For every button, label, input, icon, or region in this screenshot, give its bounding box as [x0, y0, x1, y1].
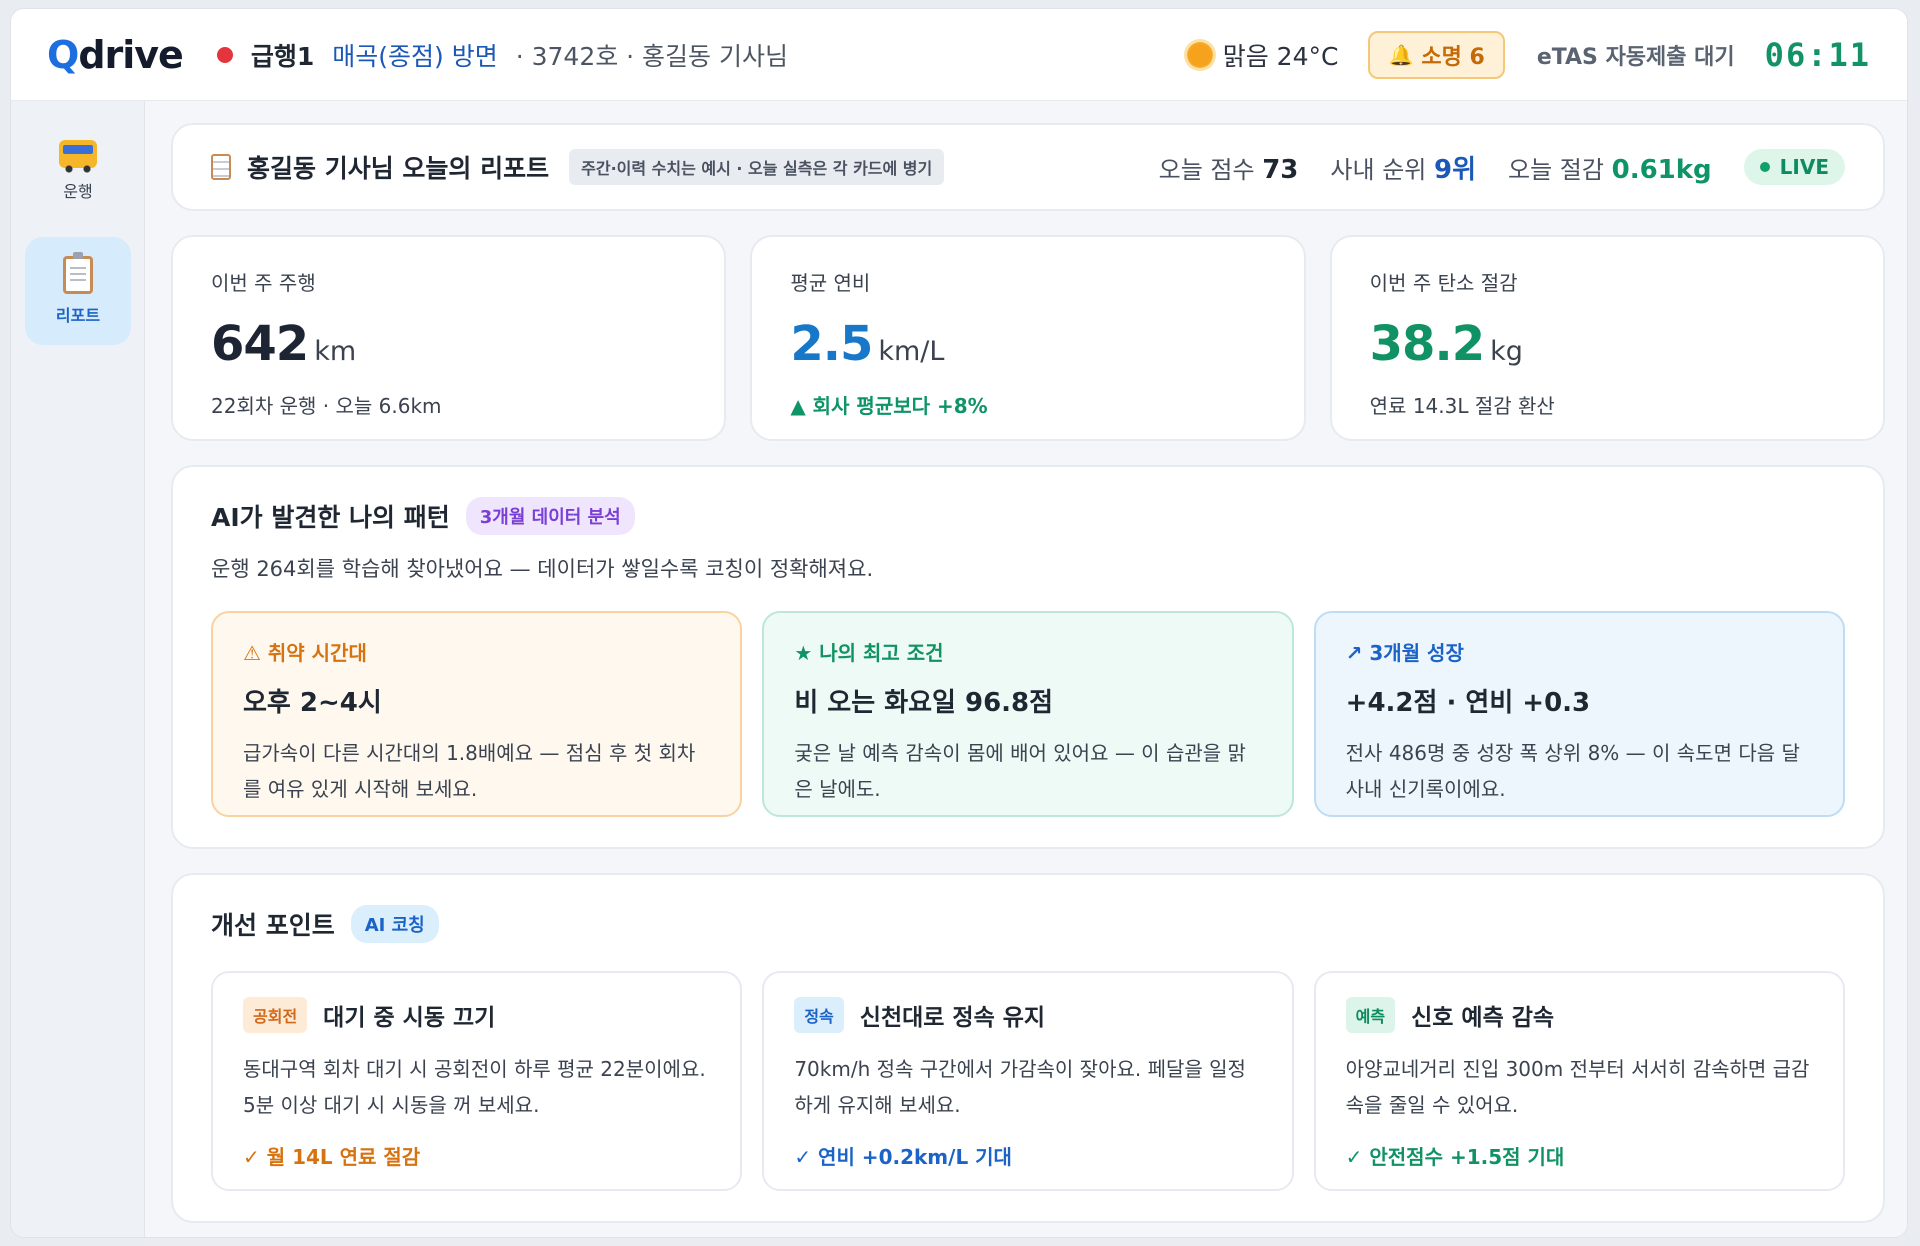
pattern-text: 궂은 날 예측 감속이 몸에 배어 있어요 — 이 습관을 맑은 날에도.: [794, 741, 1246, 801]
improve-tag: 공회전: [243, 997, 308, 1033]
pattern-tag: ⚠ 취약 시간대: [243, 641, 367, 665]
pattern-tag: ↗ 3개월 성장: [1345, 641, 1464, 665]
improve-card-steady-speed[interactable]: 정속 신천대로 정속 유지 70km/h 정속 구간에서 가감속이 잦아요. 페…: [762, 971, 1294, 1191]
section-title: AI가 발견한 나의 패턴: [211, 503, 450, 532]
kpi-fuel-efficiency: 평균 연비 2.5 km/L ▲ 회사 평균보다 +8%: [750, 235, 1306, 441]
route-status-dot-icon: [216, 46, 233, 63]
pattern-title: 오후 2~4시: [243, 688, 382, 718]
pattern-tag: ★ 나의 최고 조건: [794, 641, 944, 665]
kpi-label: 평균 연비: [790, 271, 871, 295]
top-header: Qdrive 급행1 매곡(종점) 방면 · 3742호 · 홍길동 기사님 맑…: [11, 9, 1907, 101]
sidebar: 운행 리포트: [11, 101, 145, 1237]
kpi-unit: km: [314, 336, 357, 367]
route-info: · 3742호 · 홍길동 기사님: [515, 41, 789, 71]
sun-icon: [1186, 41, 1213, 68]
pattern-title: +4.2점 · 연비 +0.3: [1345, 688, 1591, 718]
pattern-text: 전사 486명 중 성장 폭 상위 8% — 이 속도면 다음 달 사내 신기록…: [1345, 741, 1800, 801]
clipboard-icon: [63, 252, 93, 294]
ai-pattern-section: AI가 발견한 나의 패턴 3개월 데이터 분석 운행 264회를 학습해 찾아…: [171, 465, 1885, 849]
alarm-badge[interactable]: 🔔 소명 6: [1368, 30, 1505, 79]
improve-tag: 예측: [1345, 997, 1396, 1033]
improvement-section: 개선 포인트 AI 코칭 공회전 대기 중 시동 끄기 동대구역 회차 대기 시…: [171, 873, 1885, 1223]
live-dot-icon: [1759, 162, 1770, 172]
kpi-sub: ▲ 회사 평균보다 +8%: [790, 394, 988, 418]
report-stats: 오늘 점수 73 사내 순위 9위 오늘 절감 0.61kg LIVE: [1159, 149, 1845, 186]
sidebar-item-report[interactable]: 리포트: [25, 237, 131, 345]
clock: 06:11: [1764, 35, 1871, 74]
kpi-weekly-distance: 이번 주 주행 642 km 22회차 운행 · 오늘 6.6km: [171, 235, 727, 441]
today-score: 오늘 점수 73: [1158, 154, 1299, 185]
kpi-value: 38.2: [1369, 316, 1485, 372]
sidebar-item-label: 운행: [63, 182, 93, 201]
pattern-card-best-condition[interactable]: ★ 나의 최고 조건 비 오는 화요일 96.8점 궂은 날 예측 감속이 몸에…: [762, 611, 1294, 817]
company-rank: 사내 순위 9위: [1330, 154, 1477, 185]
kpi-unit: km/L: [878, 336, 945, 367]
improve-title: 신천대로 정속 유지: [859, 1005, 1046, 1031]
kpi-label: 이번 주 탄소 절감: [1369, 271, 1518, 295]
improve-title: 대기 중 시동 끄기: [323, 1005, 496, 1031]
route-direction: 매곡(종점) 방면: [332, 41, 498, 71]
kpi-unit: kg: [1490, 336, 1523, 367]
sidebar-item-drive[interactable]: 운행: [25, 117, 131, 225]
weather-text: 맑음 24°C: [1222, 41, 1339, 71]
bell-icon: 🔔: [1388, 42, 1414, 67]
pattern-title: 비 오는 화요일 96.8점: [794, 688, 1054, 718]
weather: 맑음 24°C: [1186, 37, 1339, 73]
section-description: 운행 264회를 학습해 찾아냈어요 — 데이터가 쌓일수록 코칭이 정확해져요…: [211, 557, 874, 581]
live-badge: LIVE: [1743, 149, 1845, 185]
kpi-sub: 연료 14.3L 절감 환산: [1369, 394, 1555, 418]
improve-text: 70km/h 정속 구간에서 가감속이 잦아요. 페달을 일정하게 유지해 보세…: [794, 1057, 1246, 1117]
pattern-card-weak-time[interactable]: ⚠ 취약 시간대 오후 2~4시 급가속이 다른 시간대의 1.8배예요 — 점…: [211, 611, 743, 817]
kpi-value: 642: [211, 316, 309, 372]
kpi-row: 이번 주 주행 642 km 22회차 운행 · 오늘 6.6km 평균 연비 …: [171, 235, 1885, 441]
kpi-carbon-saving: 이번 주 탄소 절감 38.2 kg 연료 14.3L 절감 환산: [1329, 235, 1885, 441]
improve-title: 신호 예측 감속: [1411, 1005, 1555, 1031]
kpi-label: 이번 주 주행: [211, 271, 316, 295]
clipboard-icon: [211, 154, 231, 180]
section-title: 개선 포인트: [211, 911, 335, 940]
report-header: 홍길동 기사님 오늘의 리포트 주간·이력 수치는 예시 · 오늘 실측은 각 …: [171, 123, 1885, 211]
pattern-text: 급가속이 다른 시간대의 1.8배예요 — 점심 후 첫 회차를 여유 있게 시…: [243, 741, 696, 801]
bus-icon: [59, 140, 97, 173]
kpi-value: 2.5: [790, 316, 873, 372]
ai-coaching-chip: AI 코칭: [350, 905, 439, 943]
report-note: 주간·이력 수치는 예시 · 오늘 실측은 각 카드에 병기: [569, 149, 945, 185]
etas-status: eTAS 자동제출 대기: [1536, 44, 1735, 70]
header-status-area: 맑음 24°C 🔔 소명 6 eTAS 자동제출 대기 06:11: [1186, 30, 1871, 79]
improve-text: 동대구역 회차 대기 시 공회전이 하루 평균 22분이에요. 5분 이상 대기…: [243, 1057, 706, 1117]
improve-benefit: ✓ 월 14L 연료 절감: [243, 1145, 421, 1169]
pattern-card-growth[interactable]: ↗ 3개월 성장 +4.2점 · 연비 +0.3 전사 486명 중 성장 폭 …: [1313, 611, 1845, 817]
today-saving: 오늘 절감 0.61kg: [1508, 154, 1712, 185]
report-title: 홍길동 기사님 오늘의 리포트: [247, 154, 550, 183]
improve-benefit: ✓ 안전점수 +1.5점 기대: [1345, 1145, 1565, 1169]
main-content: 홍길동 기사님 오늘의 리포트 주간·이력 수치는 예시 · 오늘 실측은 각 …: [171, 123, 1885, 1223]
improve-card-signal-prediction[interactable]: 예측 신호 예측 감속 아양교네거리 진입 300m 전부터 서서히 감속하면 …: [1313, 971, 1845, 1191]
route-type: 급행1: [250, 41, 315, 71]
analysis-chip: 3개월 데이터 분석: [465, 497, 635, 535]
improve-tag: 정속: [794, 997, 844, 1033]
improve-text: 아양교네거리 진입 300m 전부터 서서히 감속하면 급감속을 줄일 수 있어…: [1345, 1057, 1810, 1117]
qdrive-logo[interactable]: Qdrive: [47, 33, 184, 77]
improve-benefit: ✓ 연비 +0.2km/L 기대: [794, 1145, 1012, 1169]
app-window: Qdrive 급행1 매곡(종점) 방면 · 3742호 · 홍길동 기사님 맑…: [10, 8, 1908, 1238]
kpi-sub: 22회차 운행 · 오늘 6.6km: [211, 394, 442, 418]
alarm-text: 소명 6: [1421, 44, 1485, 70]
improve-card-idling[interactable]: 공회전 대기 중 시동 끄기 동대구역 회차 대기 시 공회전이 하루 평균 2…: [211, 971, 743, 1191]
sidebar-item-label: 리포트: [55, 306, 101, 325]
